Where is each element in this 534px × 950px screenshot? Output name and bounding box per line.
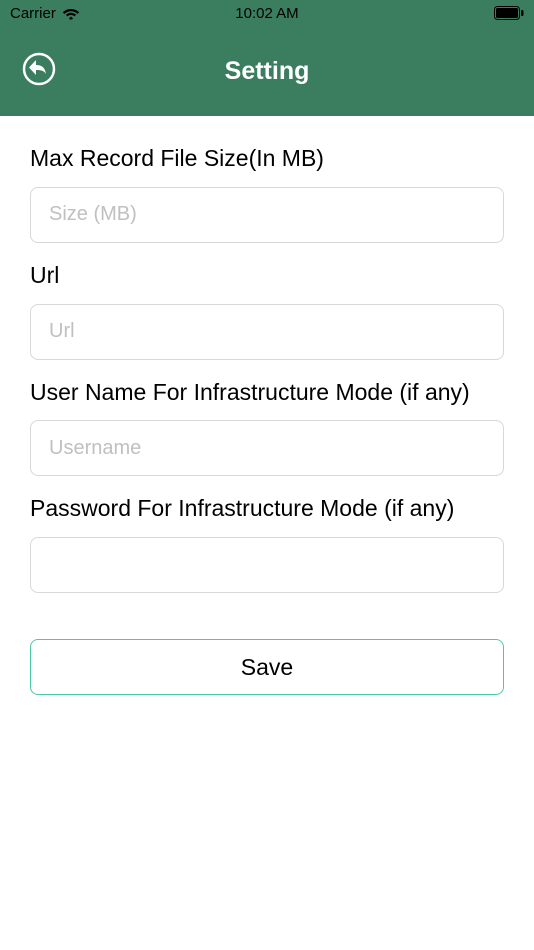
max-size-label: Max Record File Size(In MB) [30,144,504,173]
password-field: Password For Infrastructure Mode (if any… [30,494,504,593]
password-label: Password For Infrastructure Mode (if any… [30,494,504,523]
username-label: User Name For Infrastructure Mode (if an… [30,378,504,407]
battery-icon [494,6,524,20]
username-field: User Name For Infrastructure Mode (if an… [30,378,504,477]
status-left: Carrier [10,5,80,22]
save-button-label: Save [241,654,293,681]
carrier-label: Carrier [10,5,56,22]
url-label: Url [30,261,504,290]
url-input[interactable] [30,304,504,360]
max-size-field: Max Record File Size(In MB) [30,144,504,243]
wifi-icon [62,7,80,20]
back-icon [22,52,56,91]
nav-header: Setting [0,26,534,116]
status-bar: Carrier 10:02 AM [0,0,534,26]
username-input[interactable] [30,420,504,476]
back-button[interactable] [20,52,58,90]
password-input[interactable] [30,537,504,593]
page-title: Setting [225,57,310,86]
status-right [494,6,524,20]
url-field: Url [30,261,504,360]
settings-form: Max Record File Size(In MB) Url User Nam… [0,116,534,695]
save-button[interactable]: Save [30,639,504,695]
status-time: 10:02 AM [235,5,298,22]
max-size-input[interactable] [30,187,504,243]
